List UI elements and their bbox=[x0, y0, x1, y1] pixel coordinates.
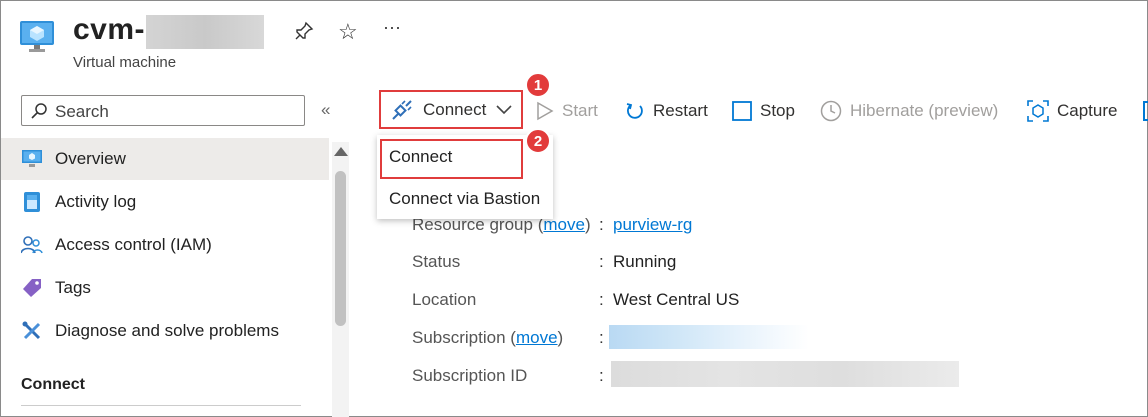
clock-icon bbox=[820, 100, 842, 122]
sidebar-item-diagnose[interactable]: Diagnose and solve problems bbox=[1, 310, 329, 352]
sidebar-item-access-control[interactable]: Access control (IAM) bbox=[1, 224, 329, 266]
sidebar-item-label: Overview bbox=[55, 149, 126, 168]
tag-icon bbox=[20, 276, 44, 300]
separator: : bbox=[599, 290, 604, 309]
label-text: Subscription bbox=[412, 328, 506, 347]
redacted-subscription bbox=[609, 325, 809, 349]
sidebar-item-label: Access control (IAM) bbox=[55, 235, 212, 254]
status-value: Running bbox=[613, 252, 677, 271]
scroll-thumb[interactable] bbox=[335, 171, 346, 326]
page-subtitle: Virtual machine bbox=[73, 54, 177, 71]
sidebar-item-activity-log[interactable]: Activity log bbox=[1, 181, 329, 223]
redacted-name bbox=[146, 15, 264, 49]
wrench-icon bbox=[20, 319, 44, 343]
step-badge-2: 2 bbox=[525, 128, 551, 154]
highlight-box bbox=[380, 139, 523, 179]
overflow-icon[interactable] bbox=[1143, 101, 1148, 121]
stop-icon bbox=[732, 101, 752, 121]
collapse-sidebar-button[interactable]: « bbox=[321, 100, 330, 120]
page-title: cvm- bbox=[73, 13, 146, 46]
location-label: Location bbox=[412, 290, 477, 309]
separator: : bbox=[599, 215, 604, 234]
subscription-id-label: Subscription ID bbox=[412, 366, 528, 385]
section-heading-connect: Connect bbox=[21, 376, 85, 393]
location-value: West Central US bbox=[613, 290, 740, 309]
sidebar-item-label: Activity log bbox=[55, 192, 137, 211]
plug-icon bbox=[391, 99, 413, 121]
star-icon[interactable]: ☆ bbox=[338, 19, 358, 45]
capture-icon bbox=[1027, 100, 1049, 122]
restart-icon bbox=[625, 101, 645, 121]
menu-item-connect-via-bastion[interactable]: Connect via Bastion bbox=[377, 179, 553, 219]
search-icon bbox=[30, 102, 48, 125]
sidebar-item-label: Diagnose and solve problems bbox=[55, 321, 279, 340]
restart-button[interactable]: Restart bbox=[625, 95, 708, 127]
separator: : bbox=[599, 328, 604, 347]
hibernate-label: Hibernate (preview) bbox=[850, 101, 999, 120]
scroll-up-arrow[interactable] bbox=[334, 147, 348, 156]
more-icon[interactable]: ··· bbox=[383, 17, 401, 38]
stop-button[interactable]: Stop bbox=[732, 95, 795, 127]
stop-label: Stop bbox=[760, 101, 795, 120]
sidebar-item-label: Tags bbox=[55, 278, 91, 297]
chevron-down-icon bbox=[496, 104, 512, 115]
activity-log-icon bbox=[20, 190, 44, 214]
section-divider bbox=[21, 405, 301, 406]
vm-icon bbox=[20, 21, 54, 58]
connect-label: Connect bbox=[423, 99, 487, 119]
separator: : bbox=[599, 366, 604, 385]
pin-icon[interactable] bbox=[294, 21, 314, 46]
search-input[interactable]: Search bbox=[21, 95, 305, 126]
sidebar-item-tags[interactable]: Tags bbox=[1, 267, 329, 309]
redacted-subscription-id bbox=[611, 361, 959, 387]
move-link[interactable]: move bbox=[516, 328, 558, 347]
sidebar-item-overview[interactable]: Overview bbox=[1, 138, 329, 180]
resource-group-link[interactable]: purview-rg bbox=[613, 215, 692, 235]
hibernate-button[interactable]: Hibernate (preview) bbox=[820, 95, 998, 127]
people-icon bbox=[20, 233, 44, 257]
play-icon bbox=[536, 101, 554, 121]
connect-button[interactable]: Connect bbox=[379, 90, 523, 129]
capture-label: Capture bbox=[1057, 101, 1118, 120]
separator: : bbox=[599, 252, 604, 271]
status-label: Status bbox=[412, 252, 461, 271]
search-placeholder: Search bbox=[55, 102, 109, 121]
vm-monitor-icon bbox=[20, 147, 44, 171]
restart-label: Restart bbox=[653, 101, 708, 120]
subscription-label: Subscription (move) bbox=[412, 328, 564, 347]
capture-button[interactable]: Capture bbox=[1027, 95, 1117, 127]
start-label: Start bbox=[562, 101, 598, 120]
start-button[interactable]: Start bbox=[536, 95, 598, 127]
